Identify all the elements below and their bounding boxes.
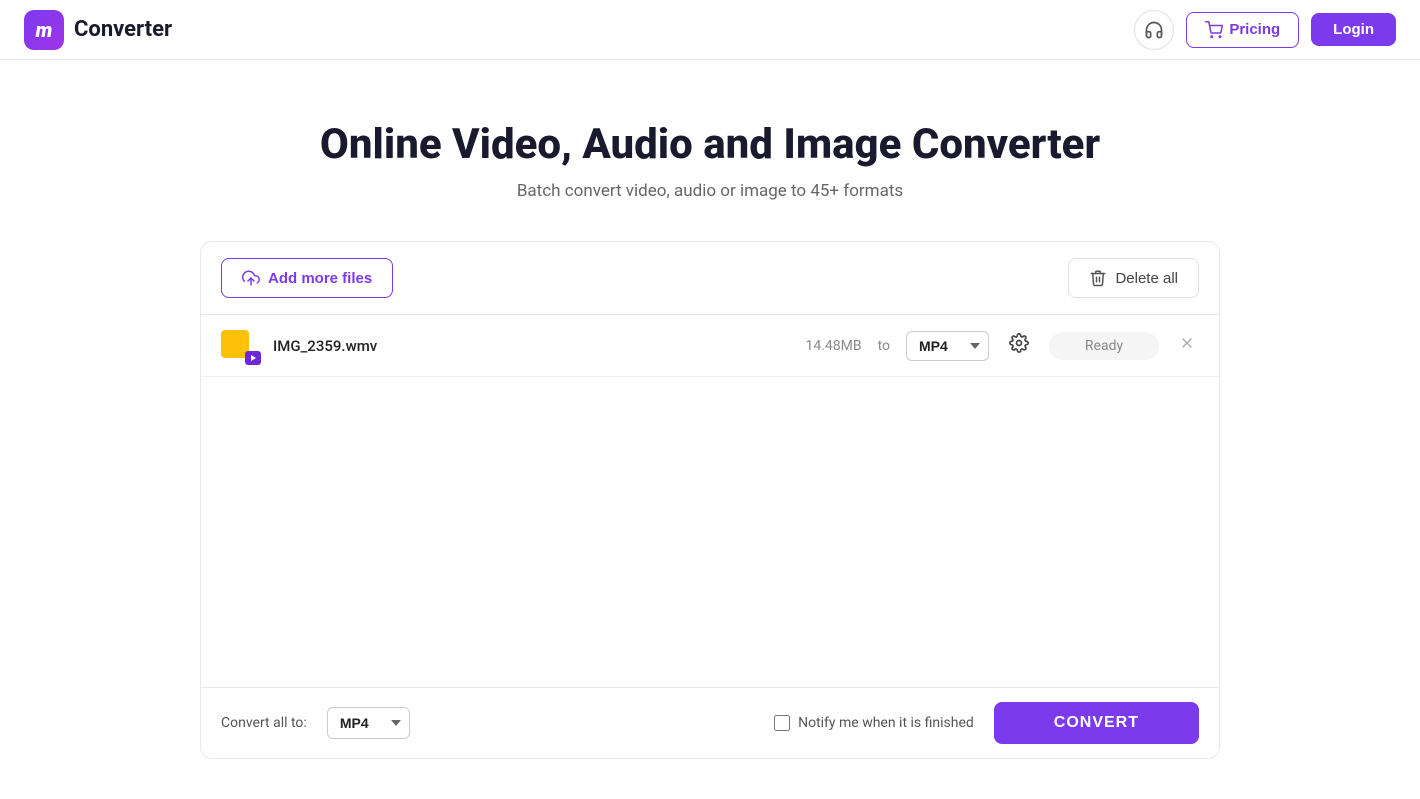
delete-all-label: Delete all	[1115, 270, 1178, 287]
converter-container: Add more files Delete all	[200, 241, 1220, 759]
trash-icon	[1089, 269, 1107, 287]
notify-text: Notify me when it is finished	[798, 715, 974, 731]
headphones-button[interactable]	[1134, 10, 1174, 50]
status-badge: Ready	[1049, 332, 1159, 360]
convert-all-label: Convert all to:	[221, 715, 307, 731]
delete-all-button[interactable]: Delete all	[1068, 258, 1199, 298]
pricing-button[interactable]: Pricing	[1186, 12, 1299, 48]
header-right: Pricing Login	[1134, 10, 1396, 50]
converter-body	[201, 377, 1219, 687]
add-files-label: Add more files	[268, 270, 372, 287]
hero-section: Online Video, Audio and Image Converter …	[0, 60, 1420, 241]
convert-button[interactable]: CONVERT	[994, 702, 1199, 744]
logo-icon: m	[24, 10, 64, 50]
app-name: Converter	[74, 17, 172, 42]
notify-label[interactable]: Notify me when it is finished	[774, 715, 974, 731]
close-file-button[interactable]	[1175, 331, 1199, 360]
close-icon	[1179, 335, 1195, 351]
file-icon-play	[245, 351, 261, 365]
file-name: IMG_2359.wmv	[273, 337, 789, 355]
header-left: m Converter	[24, 10, 172, 50]
hero-subtitle: Batch convert video, audio or image to 4…	[20, 181, 1400, 201]
footer-left: Convert all to: MP4 AVI MOV MKV WMV FLV …	[221, 707, 410, 739]
header: m Converter Pricing Login	[0, 0, 1420, 60]
pricing-label: Pricing	[1229, 21, 1280, 38]
file-type-icon	[221, 330, 257, 362]
notify-checkbox[interactable]	[774, 715, 790, 731]
upload-icon	[242, 269, 260, 287]
gear-icon	[1009, 333, 1029, 353]
play-icon	[250, 354, 257, 362]
converter-wrapper: Add more files Delete all	[0, 241, 1420, 799]
cart-icon	[1205, 21, 1223, 39]
format-select[interactable]: MP4 AVI MOV MKV WMV FLV WebM	[906, 331, 989, 361]
settings-button[interactable]	[1005, 329, 1033, 362]
converter-footer: Convert all to: MP4 AVI MOV MKV WMV FLV …	[201, 687, 1219, 758]
converter-toolbar: Add more files Delete all	[201, 242, 1219, 315]
to-label: to	[878, 338, 890, 354]
login-button[interactable]: Login	[1311, 13, 1396, 46]
convert-all-select[interactable]: MP4 AVI MOV MKV WMV FLV WebM	[327, 707, 410, 739]
hero-title: Online Video, Audio and Image Converter	[20, 120, 1400, 169]
headphones-icon	[1144, 20, 1164, 40]
footer-right: Notify me when it is finished CONVERT	[774, 702, 1199, 744]
add-files-button[interactable]: Add more files	[221, 258, 393, 298]
file-size: 14.48MB	[805, 338, 861, 354]
file-row: IMG_2359.wmv 14.48MB to MP4 AVI MOV MKV …	[201, 315, 1219, 377]
